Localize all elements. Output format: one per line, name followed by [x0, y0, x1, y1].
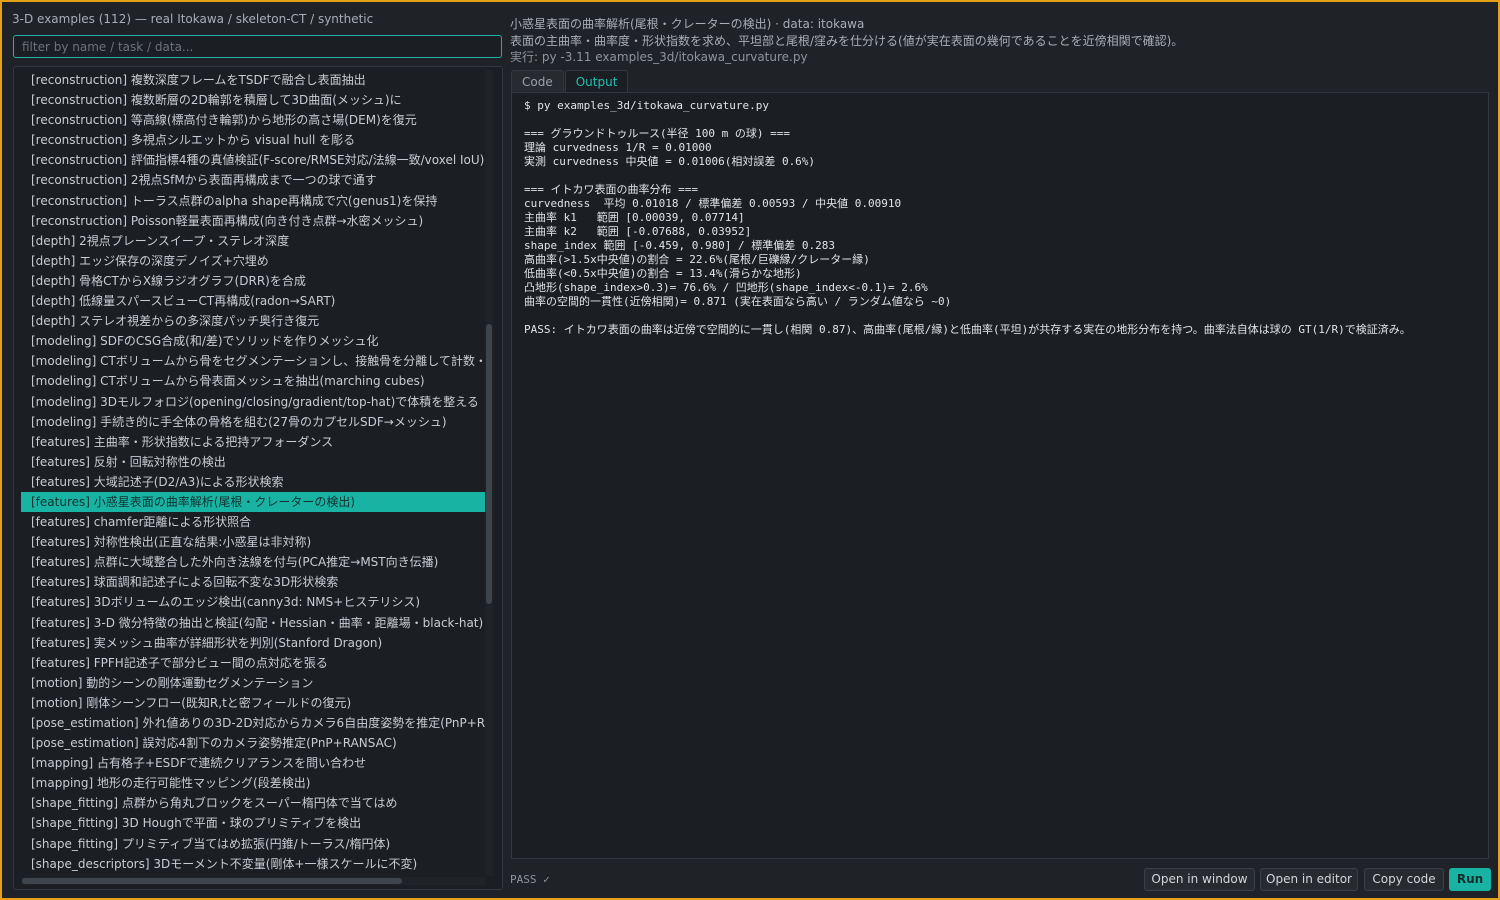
output-line: 実測 curvedness 中央値 = 0.01006(相対誤差 0.6%) [524, 155, 816, 168]
horizontal-scrollbar-thumb[interactable] [22, 878, 402, 884]
list-item[interactable]: [features] 3Dボリュームのエッジ検出(canny3d: NMS+ヒス… [21, 592, 485, 612]
list-item[interactable]: [motion] 剛体シーンフロー(既知R,tと密フィールドの復元) [21, 693, 485, 713]
list-item[interactable]: [reconstruction] トーラス点群のalpha shape再構成で穴… [21, 191, 485, 211]
list-item[interactable]: [features] FPFH記述子で部分ビュー間の点対応を張る [21, 653, 485, 673]
output-line: 凸地形(shape_index>0.3)= 76.6% / 凹地形(shape_… [524, 281, 928, 294]
list-item[interactable]: [features] 点群に大域整合した外向き法線を付与(PCA推定→MST向き… [21, 552, 485, 572]
output-line: 曲率の空間的一貫性(近傍相関)= 0.871 (実在表面なら高い / ランダム値… [524, 295, 952, 308]
list-item[interactable]: [features] 主曲率・形状指数による把持アフォーダンス [21, 432, 485, 452]
list-item[interactable]: [modeling] CTボリュームから骨をセグメンテーションし、接触骨を分離し… [21, 351, 485, 371]
view-tabs: Code Output [511, 70, 629, 93]
status-text: PASS ✓ [510, 873, 550, 886]
list-item[interactable]: [depth] 2視点プレーンスイープ・ステレオ深度 [21, 231, 485, 251]
list-item[interactable]: [pose_estimation] 外れ値ありの3D-2D対応からカメラ6自由度… [21, 713, 485, 733]
output-line: curvedness 平均 0.01018 / 標準偏差 0.00593 / 中… [524, 197, 902, 210]
filter-input[interactable] [13, 35, 502, 58]
list-item[interactable]: [reconstruction] 評価指標4種の真値検証(F-score/RMS… [21, 150, 485, 170]
list-item[interactable]: [features] 実メッシュ曲率が詳細形状を判別(Stanford Drag… [21, 633, 485, 653]
list-item[interactable]: [features] 反射・回転対称性の検出 [21, 452, 485, 472]
run-command: 実行: py -3.11 examples_3d/itokawa_curvatu… [510, 50, 808, 64]
examples-list-panel: [reconstruction] 複数深度フレームをTSDFで融合し表面抽出 [r… [13, 66, 503, 890]
list-item[interactable]: [shape_fitting] 3D Houghで平面・球のプリミティブを検出 [21, 813, 485, 833]
copy-code-button[interactable]: Copy code [1364, 868, 1444, 891]
output-line: 主曲率 k2 範囲 [-0.07688, 0.03952] [524, 225, 752, 238]
output-line: 低曲率(<0.5x中央値)の割合 = 13.4%(滑らかな地形) [524, 267, 802, 280]
tab-code[interactable]: Code [511, 70, 564, 93]
output-line: $ py examples_3d/itokawa_curvature.py [524, 99, 770, 112]
vertical-scrollbar-thumb[interactable] [486, 324, 492, 604]
open-in-window-button[interactable]: Open in window [1144, 868, 1255, 891]
example-summary: 表面の主曲率・曲率度・形状指数を求め、平坦部と尾根/窪みを仕分ける(値が実在表面… [510, 34, 1184, 48]
list-item[interactable]: [reconstruction] 多視点シルエットから visual hull … [21, 130, 485, 150]
list-item[interactable]: [depth] 低線量スパースビューCT再構成(radon→SART) [21, 291, 485, 311]
output-line: === グラウンドトゥルース(半径 100 m の球) === [524, 127, 791, 140]
run-button[interactable]: Run [1449, 868, 1491, 891]
tab-output[interactable]: Output [564, 70, 629, 93]
list-item[interactable]: [depth] エッジ保存の深度デノイズ+穴埋め [21, 251, 485, 271]
output-line: 理論 curvedness 1/R = 0.01000 [524, 141, 712, 154]
list-item[interactable]: [features] 対称性検出(正直な結果:小惑星は非対称) [21, 532, 485, 552]
list-item[interactable]: [depth] ステレオ視差からの多深度パッチ奥行き復元 [21, 311, 485, 331]
list-item[interactable]: [modeling] 3Dモルフォロジ(opening/closing/grad… [21, 392, 485, 412]
vertical-scrollbar[interactable] [485, 70, 493, 876]
list-item[interactable]: [modeling] 手続き的に手全体の骨格を組む(27骨のカプセルSDF→メッ… [21, 412, 485, 432]
list-item[interactable]: [reconstruction] 複数断層の2D輪郭を積層して3D曲面(メッシュ… [21, 90, 485, 110]
examples-count-header: 3-D examples (112) — real Itokawa / skel… [12, 12, 374, 26]
list-item[interactable]: [motion] 動的シーンの剛体運動セグメンテーション [21, 673, 485, 693]
list-item[interactable]: [reconstruction] 2視点SfMから表面再構成まで一つの球で通す [21, 170, 485, 190]
output-line: 主曲率 k1 範囲 [0.00039, 0.07714] [524, 211, 745, 224]
list-item[interactable]: [modeling] SDFのCSG合成(和/差)でソリッドを作りメッシュ化 [21, 331, 485, 351]
list-item[interactable]: [features] 球面調和記述子による回転不変な3D形状検索 [21, 572, 485, 592]
list-item[interactable]: [depth] 骨格CTからX線ラジオグラフ(DRR)を合成 [21, 271, 485, 291]
list-item[interactable]: [pose_estimation] 誤対応4割下のカメラ姿勢推定(PnP+RAN… [21, 733, 485, 753]
list-item-selected[interactable]: [features] 小惑星表面の曲率解析(尾根・クレーターの検出) [21, 491, 485, 513]
list-item[interactable]: [shape_fitting] プリミティブ当てはめ拡張(円錐/トーラス/楕円体… [21, 834, 485, 854]
horizontal-scrollbar[interactable] [21, 877, 485, 885]
output-line: shape_index 範囲 [-0.459, 0.980] / 標準偏差 0.… [524, 239, 836, 252]
list-item[interactable]: [features] 大域記述子(D2/A3)による形状検索 [21, 472, 485, 492]
output-line: PASS: イトカワ表面の曲率は近傍で空間的に一貫し(相関 0.87)、高曲率(… [524, 323, 1411, 336]
list-item[interactable]: [reconstruction] 等高線(標高付き輪郭)から地形の高さ場(DEM… [21, 110, 485, 130]
list-item[interactable]: [shape_fitting] 点群から角丸ブロックをスーパー楕円体で当てはめ [21, 793, 485, 813]
list-item[interactable]: [features] 3-D 微分特徴の抽出と検証(勾配・Hessian・曲率・… [21, 613, 485, 633]
output-console: $ py examples_3d/itokawa_curvature.py ===… [511, 92, 1489, 859]
list-item[interactable]: [mapping] 占有格子+ESDFで連続クリアランスを問い合わせ [21, 753, 485, 773]
list-item[interactable]: [features] chamfer距離による形状照合 [21, 512, 485, 532]
example-title: 小惑星表面の曲率解析(尾根・クレーターの検出) · data: itokawa [510, 17, 865, 31]
output-line: === イトカワ表面の曲率分布 === [524, 183, 698, 196]
list-item[interactable]: [reconstruction] 複数深度フレームをTSDFで融合し表面抽出 [21, 70, 485, 90]
list-item[interactable]: [shape_descriptors] 3Dモーメント不変量(剛体+一様スケール… [21, 854, 485, 874]
list-item[interactable]: [mapping] 地形の走行可能性マッピング(段差検出) [21, 773, 485, 793]
list-item[interactable]: [reconstruction] Poisson軽量表面再構成(向き付き点群→水… [21, 211, 485, 231]
examples-list: [reconstruction] 複数深度フレームをTSDFで融合し表面抽出 [r… [21, 70, 485, 874]
output-line: 高曲率(>1.5x中央値)の割合 = 22.6%(尾根/巨礫縁/クレーター縁) [524, 253, 870, 266]
open-in-editor-button[interactable]: Open in editor [1260, 868, 1358, 891]
list-item[interactable]: [modeling] CTボリュームから骨表面メッシュを抽出(marching … [21, 371, 485, 391]
